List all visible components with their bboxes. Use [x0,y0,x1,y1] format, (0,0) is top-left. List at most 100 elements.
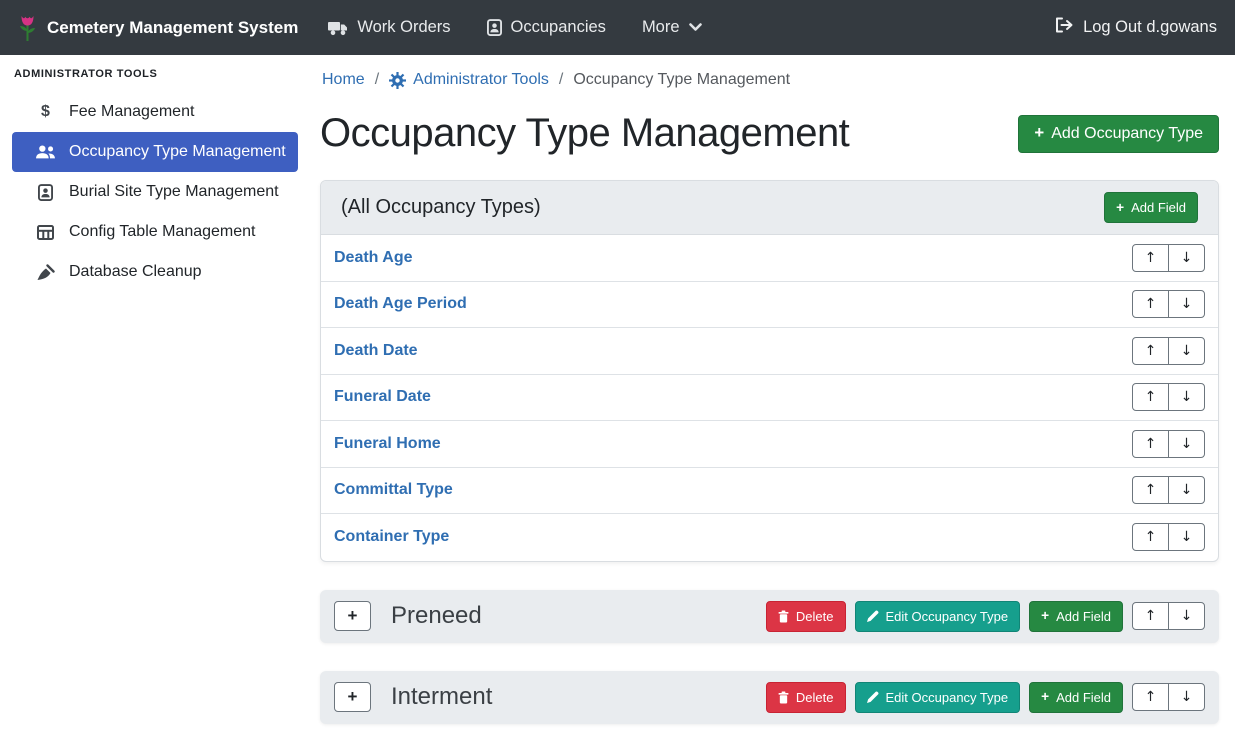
title-row: Occupancy Type Management + Add Occupanc… [320,111,1219,156]
field-link[interactable]: Container Type [334,528,449,546]
move-up-button[interactable]: ↑ [1132,290,1169,318]
field-link[interactable]: Funeral Date [334,388,431,406]
field-row: Funeral Date ↑ ↓ [321,375,1218,422]
gear-icon [389,72,406,89]
occupancy-type-section-preneed: + Preneed Delete [320,590,1219,643]
trash-icon [778,610,789,623]
breadcrumb-admin-tools-label: Administrator Tools [413,71,549,89]
breadcrumb-admin-tools[interactable]: Administrator Tools [389,71,549,89]
move-up-button[interactable]: ↑ [1132,476,1169,504]
breadcrumb-separator: / [375,71,379,89]
move-down-button[interactable]: ↓ [1168,430,1205,458]
portrait-icon [35,184,56,201]
add-field-label: Add Field [1056,690,1111,705]
add-occupancy-type-button[interactable]: + Add Occupancy Type [1018,115,1219,153]
plus-icon: + [1041,690,1049,704]
brand-label: Cemetery Management System [47,18,298,38]
plus-icon: + [1116,201,1124,215]
occupancy-type-name: Preneed [391,602,482,630]
add-field-button[interactable]: + Add Field [1029,682,1123,713]
section-actions: Delete Edit Occupancy Type + Add Field ↑ [766,601,1205,632]
main-content: Home / Administrator Tools / Occupancy T… [306,55,1235,738]
move-down-button[interactable]: ↓ [1168,476,1205,504]
sidebar-item-label: Occupancy Type Management [69,143,286,161]
reorder-controls: ↑ ↓ [1132,523,1205,551]
field-link[interactable]: Death Age [334,249,413,267]
field-row: Committal Type ↑ ↓ [321,468,1218,515]
nav-occupancies[interactable]: Occupancies [487,18,606,37]
breadcrumb-separator: / [559,71,563,89]
sidebar-item-fee-management[interactable]: $ Fee Management [12,92,298,132]
card-header: (All Occupancy Types) + Add Field [321,181,1218,235]
trash-icon [778,691,789,704]
field-row: Death Date ↑ ↓ [321,328,1218,375]
move-down-button[interactable]: ↓ [1168,290,1205,318]
nav-work-orders-label: Work Orders [357,18,450,37]
sidebar-item-label: Fee Management [69,103,194,121]
section-actions: Delete Edit Occupancy Type + Add Field ↑ [766,682,1205,713]
add-field-button[interactable]: + Add Field [1029,601,1123,632]
edit-occupancy-type-button[interactable]: Edit Occupancy Type [855,601,1021,632]
field-link[interactable]: Funeral Home [334,435,441,453]
logout-label: Log Out d.gowans [1083,18,1217,37]
delete-button[interactable]: Delete [766,682,846,713]
sidebar-item-occupancy-type-management[interactable]: Occupancy Type Management [12,132,298,172]
move-down-button[interactable]: ↓ [1168,683,1205,711]
table-icon [35,225,56,240]
breadcrumb-current: Occupancy Type Management [573,71,790,89]
add-field-label: Add Field [1056,609,1111,624]
sidebar-item-database-cleanup[interactable]: Database Cleanup [12,252,298,292]
admin-sidebar: Administrator Tools $ Fee Management Occ… [0,55,306,738]
field-link[interactable]: Death Age Period [334,295,467,313]
app-brand[interactable]: Cemetery Management System [18,14,298,41]
portrait-icon [487,19,502,36]
field-link[interactable]: Death Date [334,342,418,360]
delete-label: Delete [796,609,834,624]
nav-occupancies-label: Occupancies [511,18,606,37]
move-up-button[interactable]: ↑ [1132,244,1169,272]
expand-button[interactable]: + [334,682,371,712]
move-up-button[interactable]: ↑ [1132,337,1169,365]
move-down-button[interactable]: ↓ [1168,244,1205,272]
top-navbar: Cemetery Management System Work Orders [0,0,1235,55]
chevron-down-icon [689,23,702,32]
delete-button[interactable]: Delete [766,601,846,632]
edit-occupancy-type-button[interactable]: Edit Occupancy Type [855,682,1021,713]
sidebar-item-config-table-management[interactable]: Config Table Management [12,212,298,252]
breadcrumb-home[interactable]: Home [322,71,365,89]
users-icon [35,144,56,160]
add-field-label: Add Field [1131,200,1186,215]
reorder-controls: ↑ ↓ [1132,476,1205,504]
broom-icon [35,264,56,281]
add-occupancy-type-label: Add Occupancy Type [1051,125,1203,143]
move-up-button[interactable]: ↑ [1132,430,1169,458]
occupancy-type-name: Interment [391,683,492,711]
move-up-button[interactable]: ↑ [1132,523,1169,551]
sidebar-item-label: Database Cleanup [69,263,202,281]
move-down-button[interactable]: ↓ [1168,602,1205,630]
flower-logo-icon [18,14,37,41]
move-up-button[interactable]: ↑ [1132,383,1169,411]
move-up-button[interactable]: ↑ [1132,602,1169,630]
nav-more-label: More [642,18,680,37]
add-field-button[interactable]: + Add Field [1104,192,1198,223]
nav-more[interactable]: More [642,18,702,37]
occupancy-type-section-interment: + Interment Delete [320,671,1219,724]
page-layout: Administrator Tools $ Fee Management Occ… [0,55,1235,738]
nav-work-orders[interactable]: Work Orders [328,18,450,37]
plus-icon: + [1041,609,1049,623]
move-down-button[interactable]: ↓ [1168,383,1205,411]
logout-link[interactable]: Log Out d.gowans [1055,17,1217,38]
field-link[interactable]: Committal Type [334,481,453,499]
expand-button[interactable]: + [334,601,371,631]
reorder-controls: ↑ ↓ [1132,383,1205,411]
sidebar-item-burial-site-type-management[interactable]: Burial Site Type Management [12,172,298,212]
move-up-button[interactable]: ↑ [1132,683,1169,711]
reorder-controls: ↑ ↓ [1132,602,1205,630]
reorder-controls: ↑ ↓ [1132,683,1205,711]
pencil-icon [867,691,879,703]
card-title: (All Occupancy Types) [341,196,541,219]
field-row: Container Type ↑ ↓ [321,514,1218,561]
move-down-button[interactable]: ↓ [1168,337,1205,365]
move-down-button[interactable]: ↓ [1168,523,1205,551]
